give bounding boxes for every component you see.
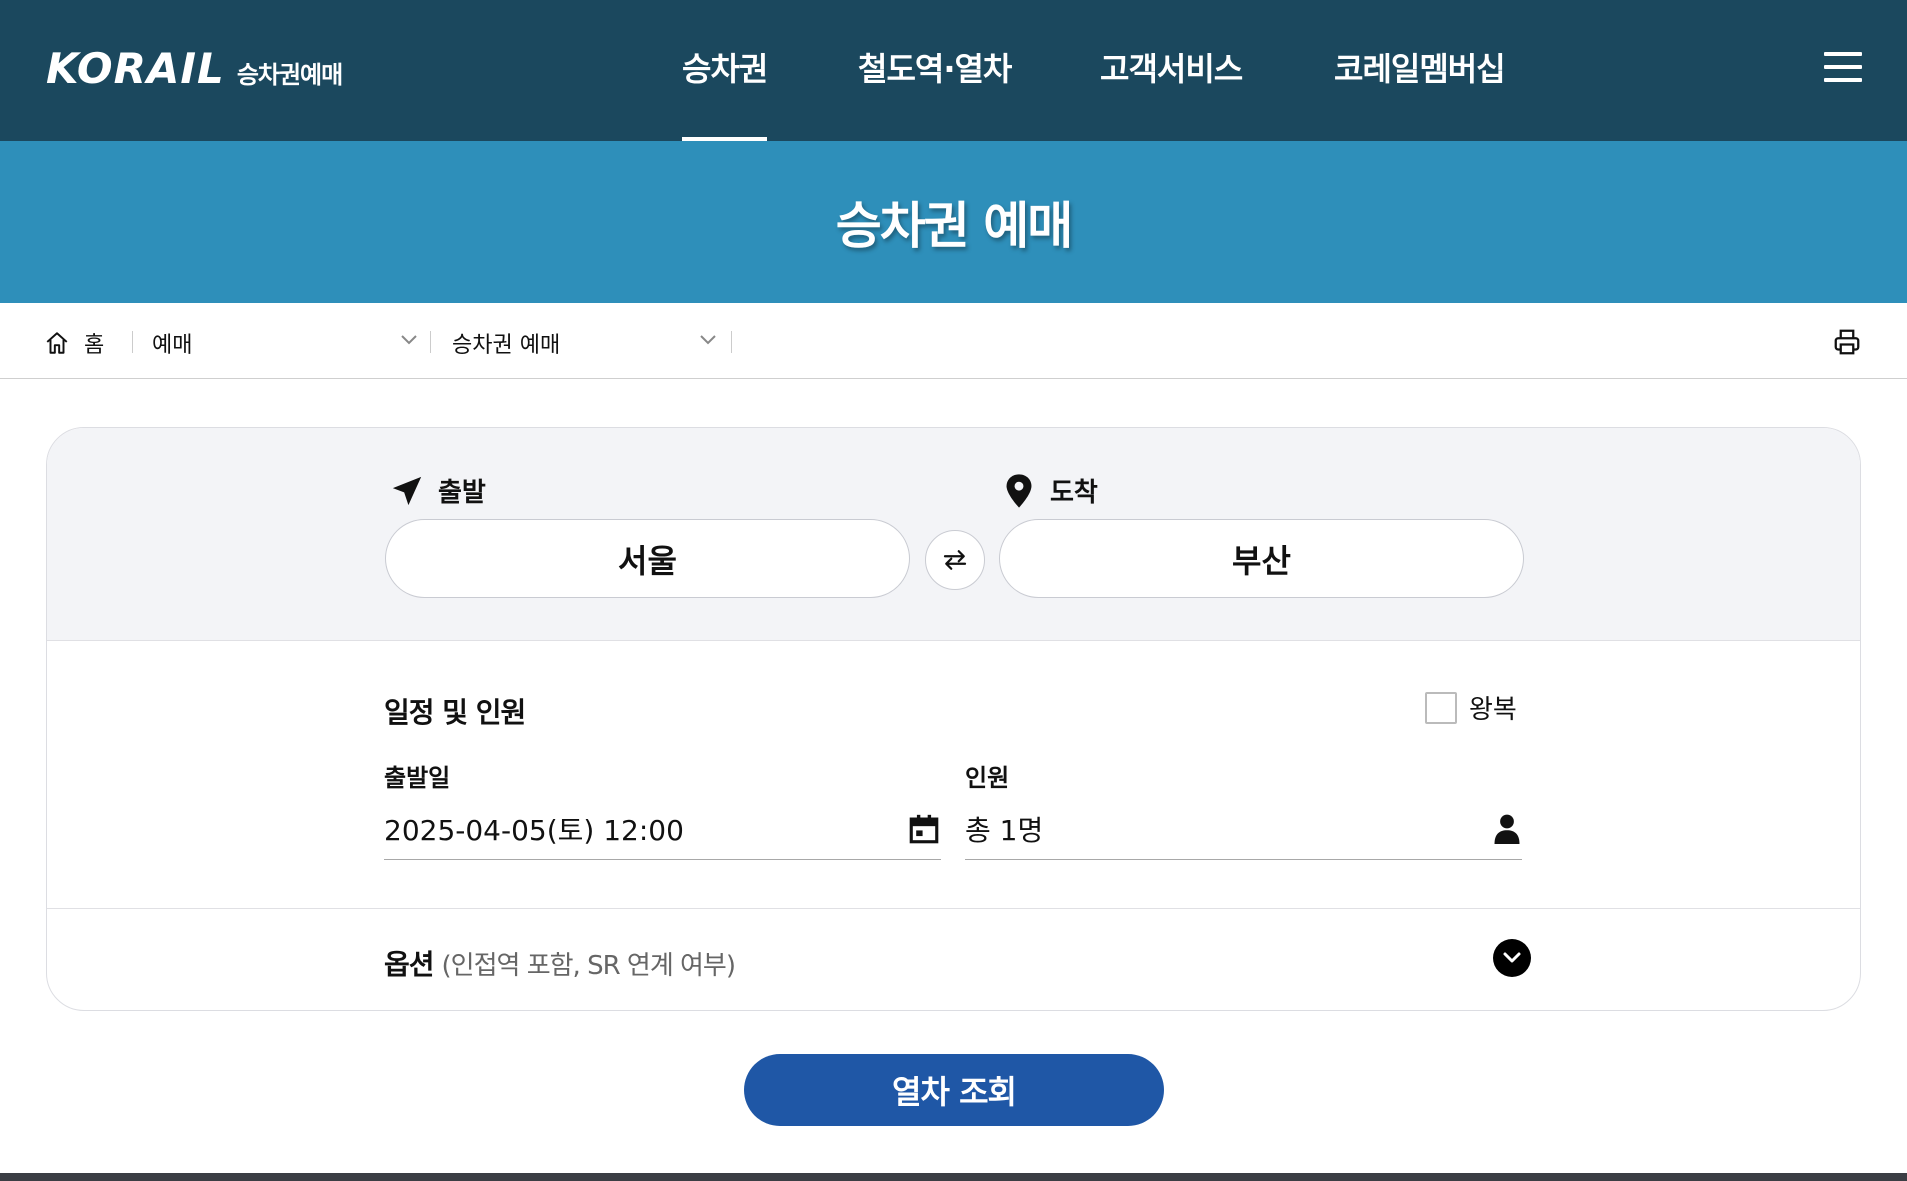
breadcrumb-divider (430, 331, 431, 353)
nav-item-tickets[interactable]: 승차권 (682, 44, 768, 141)
roundtrip-checkbox[interactable] (1425, 691, 1457, 724)
paper-plane-icon (392, 476, 422, 505)
page-title: 승차권 예매 (835, 197, 1073, 255)
breadcrumb-divider (132, 331, 133, 353)
chevron-down-circle-icon[interactable] (1493, 939, 1531, 977)
arrival-label: 도착 (1050, 478, 1098, 508)
home-icon (46, 332, 68, 354)
chevron-down-icon (700, 335, 716, 345)
breadcrumb-home-label: 홈 (84, 333, 105, 358)
reservation-form: 출발 도착 서울 부산 일정 및 인원 왕복 출발일 2025-04-05(토)… (46, 427, 1861, 1011)
roundtrip-toggle[interactable]: 왕복 (1425, 689, 1517, 726)
search-trains-button[interactable]: 열차 조회 (744, 1054, 1164, 1126)
options-toggle[interactable]: 옵션 (인접역 포함, SR 연계 여부) (47, 909, 1860, 1010)
arrival-label-group: 도착 (1002, 472, 1098, 509)
swap-arrows-icon (943, 550, 967, 570)
route-panel: 출발 도착 서울 부산 (47, 428, 1860, 641)
departure-label-group: 출발 (390, 472, 486, 509)
hamburger-menu-icon[interactable] (1824, 52, 1862, 82)
nav-item-stations-trains[interactable]: 철도역·열차 (858, 44, 1012, 141)
arrival-station-button[interactable]: 부산 (999, 519, 1524, 598)
passenger-field[interactable]: 총 1명 (965, 799, 1522, 860)
roundtrip-label: 왕복 (1469, 695, 1517, 725)
location-pin-icon (1006, 473, 1032, 508)
chevron-down-icon (401, 335, 417, 345)
options-title: 옵션 (384, 948, 435, 981)
departure-date-value: 2025-04-05(토) 12:00 (384, 814, 684, 847)
departure-date-label: 출발일 (384, 764, 451, 792)
breadcrumb-divider (731, 331, 732, 353)
calendar-icon (909, 814, 939, 844)
swap-stations-button[interactable] (925, 530, 985, 590)
page-hero: 승차권 예매 (0, 141, 1907, 303)
breadcrumb-home[interactable]: 홈 (44, 327, 104, 359)
breadcrumb-level1-select[interactable]: 예매 (152, 327, 192, 359)
nav-item-customer-service[interactable]: 고객서비스 (1100, 44, 1243, 141)
footer-strip (0, 1173, 1907, 1181)
main-nav: 승차권 철도역·열차 고객서비스 코레일멤버십 (0, 0, 1907, 141)
breadcrumb: 홈 예매 승차권 예매 (0, 303, 1907, 379)
breadcrumb-level2-select[interactable]: 승차권 예매 (452, 327, 560, 359)
departure-station-button[interactable]: 서울 (385, 519, 910, 598)
departure-date-field[interactable]: 2025-04-05(토) 12:00 (384, 799, 941, 860)
nav-item-membership[interactable]: 코레일멤버십 (1334, 44, 1506, 141)
printer-icon[interactable] (1832, 327, 1862, 357)
passenger-label: 인원 (965, 764, 1010, 792)
schedule-title: 일정 및 인원 (384, 696, 526, 729)
schedule-section: 일정 및 인원 왕복 출발일 2025-04-05(토) 12:00 인원 총 … (47, 641, 1860, 909)
chevron-down-icon (1503, 952, 1521, 963)
top-header: KORAIL 승차권예매 승차권 철도역·열차 고객서비스 코레일멤버십 (0, 0, 1907, 141)
departure-label: 출발 (438, 478, 486, 508)
passenger-value: 총 1명 (965, 814, 1044, 847)
options-title-group: 옵션 (인접역 포함, SR 연계 여부) (384, 943, 736, 983)
person-icon (1494, 814, 1520, 844)
options-subtitle: (인접역 포함, SR 연계 여부) (441, 951, 736, 981)
